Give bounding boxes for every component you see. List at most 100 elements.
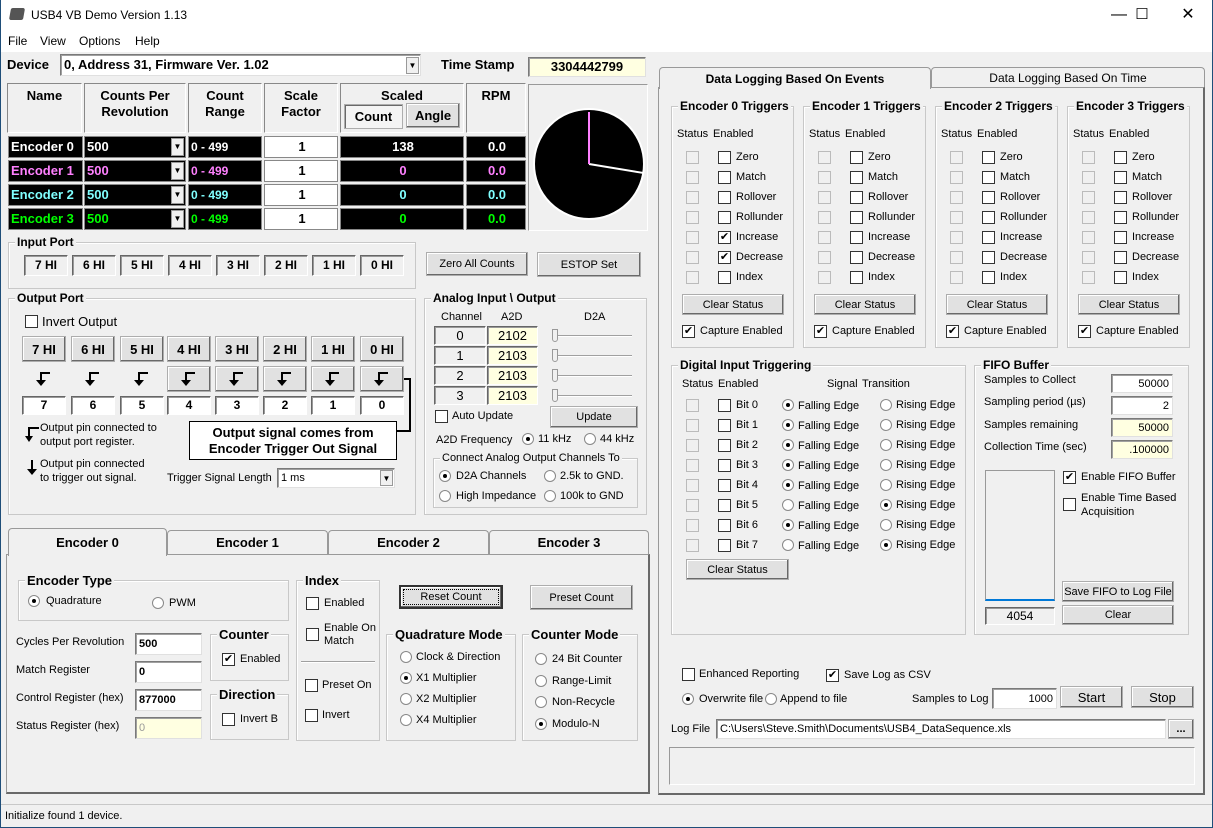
quadrature-radio[interactable]	[28, 595, 40, 607]
encoder-2-match-checkbox[interactable]	[982, 171, 995, 184]
encoder-2-clear-status-button[interactable]: Clear Status	[946, 294, 1048, 315]
bit-1-rising-radio[interactable]	[880, 419, 892, 431]
index-enabled-checkbox[interactable]	[306, 597, 319, 610]
quad-mode-radio-1[interactable]	[400, 672, 412, 684]
encoder-0-rollunder-checkbox[interactable]	[718, 211, 731, 224]
output-bit-6-button[interactable]: 6 HI	[71, 336, 115, 362]
encoder-2-increase-checkbox[interactable]	[982, 231, 995, 244]
d2a-slider-thumb-2[interactable]	[552, 369, 558, 382]
d2a-slider-1[interactable]	[552, 349, 632, 363]
d2a-slider-thumb-3[interactable]	[552, 389, 558, 402]
chevron-down-icon[interactable]: ▼	[171, 186, 184, 204]
bit-2-rising-radio[interactable]	[880, 439, 892, 451]
chevron-down-icon[interactable]: ▼	[406, 57, 419, 74]
encoder-1-capture-enabled-checkbox[interactable]: ✔	[814, 325, 827, 338]
bit-3-enabled-checkbox[interactable]	[718, 459, 731, 472]
chevron-down-icon[interactable]: ▼	[171, 210, 184, 228]
bit-6-rising-radio[interactable]	[880, 519, 892, 531]
enable-fifo-checkbox[interactable]: ✔	[1063, 471, 1076, 484]
pwm-radio[interactable]	[152, 597, 164, 609]
encoder-3-increase-checkbox[interactable]	[1114, 231, 1127, 244]
output-bit-4-source-arrow-icon[interactable]	[167, 366, 211, 392]
encoder-1-cpr-select[interactable]: 500▼	[84, 160, 186, 182]
menu-file[interactable]: File	[8, 34, 27, 48]
log-file-field[interactable]: C:\Users\Steve.Smith\Documents\USB4_Data…	[716, 719, 1166, 739]
bit-5-rising-radio[interactable]	[880, 499, 892, 511]
digital-clear-status-button[interactable]: Clear Status	[686, 559, 789, 580]
update-button[interactable]: Update	[550, 406, 638, 428]
browse-button[interactable]: ...	[1168, 719, 1194, 739]
encoder-1-scale-field[interactable]: 1	[264, 160, 338, 182]
bit-2-enabled-checkbox[interactable]	[718, 439, 731, 452]
output-bit-5-button[interactable]: 5 HI	[120, 336, 164, 362]
menu-options[interactable]: Options	[79, 34, 120, 48]
output-bit-2-source-arrow-icon[interactable]	[263, 366, 307, 392]
save-csv-checkbox[interactable]: ✔	[826, 669, 839, 682]
menu-help[interactable]: Help	[135, 34, 160, 48]
100k-gnd-radio[interactable]	[544, 490, 556, 502]
d2a-slider-3[interactable]	[552, 389, 632, 403]
encoder-1-match-checkbox[interactable]	[850, 171, 863, 184]
encoder-0-rollover-checkbox[interactable]	[718, 191, 731, 204]
encoder-0-increase-checkbox[interactable]: ✔	[718, 231, 731, 244]
encoder-2-rollover-checkbox[interactable]	[982, 191, 995, 204]
encoder-1-increase-checkbox[interactable]	[850, 231, 863, 244]
encoder-2-capture-enabled-checkbox[interactable]: ✔	[946, 325, 959, 338]
counter-mode-radio-1[interactable]	[535, 675, 547, 687]
chevron-down-icon[interactable]: ▼	[380, 470, 393, 486]
preset-count-button[interactable]: Preset Count	[530, 585, 633, 610]
encoder-3-decrease-checkbox[interactable]	[1114, 251, 1127, 264]
encoder-0-scale-field[interactable]: 1	[264, 136, 338, 158]
encoder-3-rollover-checkbox[interactable]	[1114, 191, 1127, 204]
encoder-0-cpr-select[interactable]: 500▼	[84, 136, 186, 158]
encoder-3-scale-field[interactable]: 1	[264, 208, 338, 230]
bit-1-enabled-checkbox[interactable]	[718, 419, 731, 432]
encoder-3-capture-enabled-checkbox[interactable]: ✔	[1078, 325, 1091, 338]
bit-4-enabled-checkbox[interactable]	[718, 479, 731, 492]
output-bit-7-button[interactable]: 7 HI	[22, 336, 66, 362]
invert-output-checkbox[interactable]	[25, 315, 38, 328]
encoder-0-clear-status-button[interactable]: Clear Status	[682, 294, 784, 315]
preset-on-checkbox[interactable]	[305, 679, 318, 692]
bit-2-falling-radio[interactable]	[782, 439, 794, 451]
d2a-slider-thumb-0[interactable]	[552, 329, 558, 342]
output-bit-0-button[interactable]: 0 HI	[360, 336, 404, 362]
enable-time-based-checkbox[interactable]	[1063, 498, 1076, 511]
encoder-0-zero-checkbox[interactable]	[718, 151, 731, 164]
bit-5-enabled-checkbox[interactable]	[718, 499, 731, 512]
encoder-0-decrease-checkbox[interactable]: ✔	[718, 251, 731, 264]
bit-3-rising-radio[interactable]	[880, 459, 892, 471]
25k-gnd-radio[interactable]	[544, 470, 556, 482]
chevron-down-icon[interactable]: ▼	[171, 138, 184, 156]
overwrite-radio[interactable]	[682, 693, 694, 705]
bit-4-rising-radio[interactable]	[880, 479, 892, 491]
encoder-2-index-checkbox[interactable]	[982, 271, 995, 284]
scaled-angle-button[interactable]: Angle	[406, 103, 460, 128]
bit-7-rising-radio[interactable]	[880, 539, 892, 551]
encoder-2-zero-checkbox[interactable]	[982, 151, 995, 164]
samples-to-log-field[interactable]: 1000	[992, 688, 1057, 709]
counter-mode-radio-2[interactable]	[535, 696, 547, 708]
tab-encoder-2[interactable]: Encoder 2	[328, 530, 489, 554]
enhanced-reporting-checkbox[interactable]	[682, 668, 695, 681]
tab-logging-time[interactable]: Data Logging Based On Time	[931, 67, 1205, 87]
estop-set-button[interactable]: ESTOP Set	[537, 252, 641, 277]
chevron-down-icon[interactable]: ▼	[171, 162, 184, 180]
maximize-button[interactable]: ☐	[1119, 0, 1165, 30]
match-register-field[interactable]: 0	[135, 661, 202, 683]
encoder-3-match-checkbox[interactable]	[1114, 171, 1127, 184]
d2a-channels-radio[interactable]	[439, 470, 451, 482]
zero-all-counts-button[interactable]: Zero All Counts	[426, 252, 528, 276]
bit-0-falling-radio[interactable]	[782, 399, 794, 411]
d2a-slider-0[interactable]	[552, 329, 632, 343]
bit-7-enabled-checkbox[interactable]	[718, 539, 731, 552]
d2a-slider-thumb-1[interactable]	[552, 349, 558, 362]
quad-mode-radio-3[interactable]	[400, 714, 412, 726]
encoder-1-rollunder-checkbox[interactable]	[850, 211, 863, 224]
scaled-count-button[interactable]: Count	[344, 104, 403, 129]
bit-1-falling-radio[interactable]	[782, 419, 794, 431]
output-bit-2-button[interactable]: 2 HI	[263, 336, 307, 362]
save-fifo-button[interactable]: Save FIFO to Log File	[1062, 581, 1174, 602]
encoder-0-index-checkbox[interactable]	[718, 271, 731, 284]
output-bit-4-button[interactable]: 4 HI	[167, 336, 211, 362]
